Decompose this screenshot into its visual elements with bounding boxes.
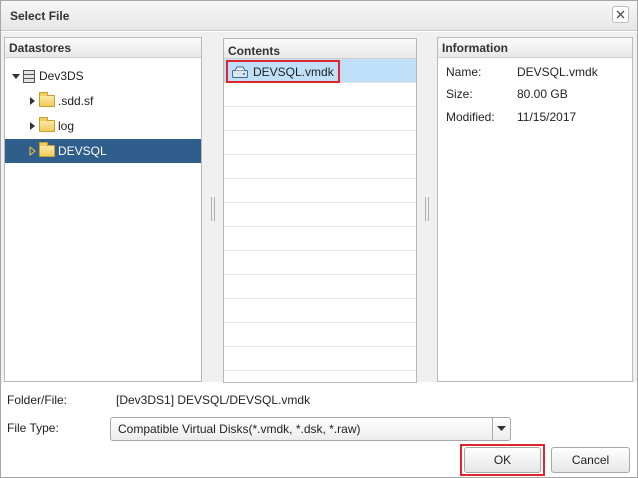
list-item-empty (224, 251, 416, 275)
tree-item-dev3ds[interactable]: Dev3DS (5, 64, 201, 88)
file-name: DEVSQL.vmdk (253, 64, 334, 79)
folder-file-value: [Dev3DS1] DEVSQL/DEVSQL.vmdk (116, 393, 311, 407)
tree-item-devsql[interactable]: DEVSQL (5, 139, 201, 163)
splitter-handle[interactable] (211, 197, 215, 221)
ok-button[interactable]: OK (464, 447, 541, 473)
expanded-arrow-icon[interactable] (11, 71, 21, 81)
file-type-select[interactable]: Compatible Virtual Disks(*.vmdk, *.dsk, … (110, 417, 511, 441)
list-item-empty (224, 155, 416, 179)
tree-item-label: DEVSQL (58, 144, 107, 158)
list-item-empty (224, 323, 416, 347)
tree-item-log[interactable]: log (5, 114, 201, 138)
info-label: Name: (446, 65, 482, 79)
dialog-title: Select File (10, 9, 70, 23)
splitter-handle[interactable] (425, 197, 429, 221)
list-item-empty (224, 227, 416, 251)
list-item-empty (224, 299, 416, 323)
info-value: 80.00 GB (517, 87, 568, 101)
list-item[interactable]: DEVSQL.vmdk (224, 59, 416, 83)
list-item-empty (224, 107, 416, 131)
list-item-empty (224, 179, 416, 203)
list-item-empty (224, 203, 416, 227)
close-button[interactable] (612, 6, 629, 23)
contents-header: Contents (224, 39, 416, 59)
info-row-size: Size: 80.00 GB (446, 83, 568, 105)
contents-pane: Contents DEVSQL.vmdk (223, 38, 417, 383)
tree-item-label: log (58, 119, 75, 133)
file-item-devsql-vmdk[interactable]: DEVSQL.vmdk (226, 60, 340, 83)
select-file-dialog: Select File Datastores Dev3DS .sdd.sf lo… (0, 0, 638, 478)
info-label: Modified: (446, 110, 495, 124)
information-pane: Information Name: DEVSQL.vmdk Size: 80.0… (437, 37, 633, 382)
collapsed-arrow-icon[interactable] (27, 121, 37, 131)
folder-icon (39, 142, 55, 157)
file-type-label: File Type: (7, 421, 59, 435)
datastores-pane: Datastores Dev3DS .sdd.sf log DEVSQL (4, 37, 202, 382)
info-label: Size: (446, 87, 473, 101)
collapsed-arrow-icon[interactable] (27, 146, 37, 156)
file-type-value: Compatible Virtual Disks(*.vmdk, *.dsk, … (118, 422, 361, 436)
info-value: DEVSQL.vmdk (517, 65, 598, 79)
info-row-name: Name: DEVSQL.vmdk (446, 61, 598, 83)
information-header: Information (438, 38, 632, 58)
dropdown-button[interactable] (492, 418, 510, 440)
tree-item-sdd-sf[interactable]: .sdd.sf (5, 89, 201, 113)
browser-area: Datastores Dev3DS .sdd.sf log DEVSQL Con… (1, 32, 637, 383)
virtual-disk-icon (232, 66, 248, 78)
folder-icon (39, 117, 55, 132)
info-value: 11/15/2017 (517, 110, 577, 124)
cancel-button[interactable]: Cancel (551, 447, 630, 473)
chevron-down-icon (497, 426, 506, 431)
close-icon (616, 10, 625, 19)
title-bar[interactable]: Select File (1, 1, 637, 31)
datastores-header: Datastores (5, 38, 201, 58)
collapsed-arrow-icon[interactable] (27, 96, 37, 106)
datastore-icon (23, 69, 35, 83)
tree-item-label: .sdd.sf (58, 94, 94, 108)
tree-item-label: Dev3DS (39, 69, 84, 83)
info-row-modified: Modified: 11/15/2017 (446, 106, 576, 128)
list-item-empty (224, 83, 416, 107)
folder-icon (39, 92, 55, 107)
folder-file-label: Folder/File: (7, 393, 68, 407)
list-item-empty (224, 347, 416, 371)
list-item-empty (224, 275, 416, 299)
list-item-empty (224, 131, 416, 155)
